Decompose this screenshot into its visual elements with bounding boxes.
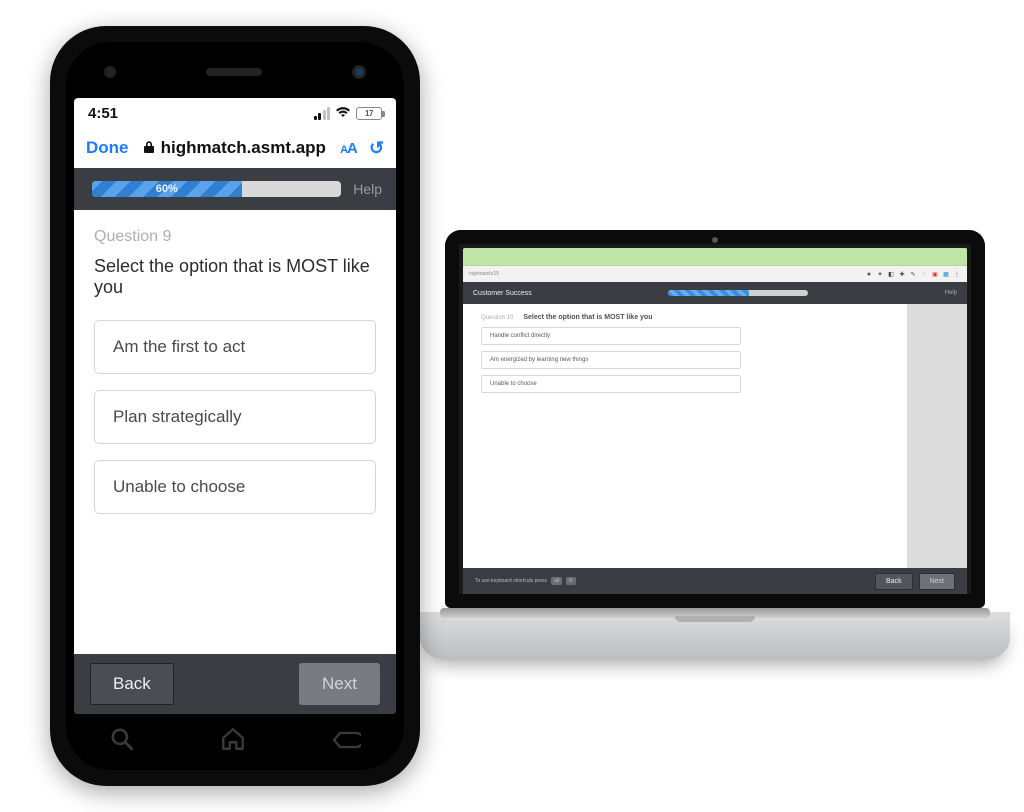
progress-bar xyxy=(668,290,808,296)
lock-icon xyxy=(143,140,155,157)
battery-indicator: 17 xyxy=(356,107,382,120)
right-gutter xyxy=(907,304,967,568)
keyboard-hint: To use keyboard shortcuts press alt K xyxy=(475,577,576,585)
progress-fill: 60% xyxy=(92,181,242,197)
browser-extension-icons: ★ ✦ ◧ ✚ ✎ ◌ ▣ ▦ ⋮ xyxy=(865,270,961,278)
status-time: 4:51 xyxy=(88,105,118,122)
answer-option[interactable]: Plan strategically xyxy=(94,390,376,444)
back-icon[interactable] xyxy=(331,727,361,758)
assessment-header: 60% Help xyxy=(74,168,396,210)
help-link[interactable]: Help xyxy=(353,181,382,197)
ext-icon[interactable]: ✎ xyxy=(909,270,917,278)
answer-option[interactable]: Handle conflict directly xyxy=(481,327,741,345)
ext-icon[interactable]: ✚ xyxy=(898,270,906,278)
phone-nav-bar xyxy=(66,714,404,770)
assessment-body: Question 10 Select the option that is MO… xyxy=(463,304,967,568)
laptop-touchpad-notch xyxy=(675,616,755,622)
url-bar[interactable]: highmatch/15 xyxy=(469,271,499,277)
key-k: K xyxy=(566,577,575,585)
proximity-sensor-icon xyxy=(104,66,116,78)
question-panel: Question 10 Select the option that is MO… xyxy=(463,304,907,568)
text-size-button[interactable]: AA xyxy=(340,140,357,157)
answer-option[interactable]: Am energized by learning new things xyxy=(481,351,741,369)
url-host: highmatch.asmt.app xyxy=(161,138,326,158)
search-icon[interactable] xyxy=(109,726,135,759)
laptop-lid: highmatch/15 ★ ✦ ◧ ✚ ✎ ◌ ▣ ▦ ⋮ Customer … xyxy=(445,230,985,608)
front-camera-icon xyxy=(352,65,366,79)
url-display[interactable]: highmatch.asmt.app xyxy=(143,138,326,158)
browser-tab-strip xyxy=(463,248,967,266)
ext-icon[interactable]: ▣ xyxy=(931,270,939,278)
assessment-footer: To use keyboard shortcuts press alt K Ba… xyxy=(463,568,967,594)
laptop-device: highmatch/15 ★ ✦ ◧ ✚ ✎ ◌ ▣ ▦ ⋮ Customer … xyxy=(420,230,1010,660)
progress-bar: 60% xyxy=(92,181,341,197)
progress-fill xyxy=(668,290,749,296)
progress-percent: 60% xyxy=(156,183,178,195)
ext-icon[interactable]: ◌ xyxy=(920,270,928,278)
assessment-footer: Back Next xyxy=(74,654,396,714)
done-button[interactable]: Done xyxy=(86,138,129,158)
home-icon[interactable] xyxy=(220,726,246,759)
laptop-base xyxy=(420,612,1010,660)
laptop-webcam xyxy=(712,237,718,243)
browser-toolbar: highmatch/15 ★ ✦ ◧ ✚ ✎ ◌ ▣ ▦ ⋮ xyxy=(463,266,967,282)
laptop-screen: highmatch/15 ★ ✦ ◧ ✚ ✎ ◌ ▣ ▦ ⋮ Customer … xyxy=(463,248,967,594)
help-link[interactable]: Help xyxy=(945,290,957,296)
answer-option[interactable]: Unable to choose xyxy=(94,460,376,514)
answer-option[interactable]: Unable to choose xyxy=(481,375,741,393)
assessment-header: Customer Success Help xyxy=(463,282,967,304)
question-number: Question 10 xyxy=(481,315,513,321)
ext-icon[interactable]: ◧ xyxy=(887,270,895,278)
phone-device: 4:51 17 Done xyxy=(50,26,420,786)
question-prompt: Select the option that is MOST like you xyxy=(523,314,652,321)
ext-icon[interactable]: ▦ xyxy=(942,270,950,278)
back-button[interactable]: Back xyxy=(875,573,913,590)
assessment-title: Customer Success xyxy=(473,290,532,297)
phone-screen: 4:51 17 Done xyxy=(74,98,396,714)
question-number: Question 9 xyxy=(94,228,376,246)
battery-level: 17 xyxy=(356,107,382,120)
back-button[interactable]: Back xyxy=(90,663,174,705)
ext-icon[interactable]: ★ xyxy=(865,270,873,278)
question-prompt: Select the option that is MOST like you xyxy=(94,256,376,298)
ext-icon[interactable]: ✦ xyxy=(876,270,884,278)
key-alt: alt xyxy=(551,577,562,585)
phone-bezel: 4:51 17 Done xyxy=(66,42,404,770)
phone-sensor-bar xyxy=(66,42,404,102)
ios-status-bar: 4:51 17 xyxy=(74,98,396,128)
next-button[interactable]: Next xyxy=(299,663,380,705)
ext-icon[interactable]: ⋮ xyxy=(953,270,961,278)
question-panel: Question 9 Select the option that is MOS… xyxy=(74,210,396,654)
earpiece-speaker xyxy=(206,68,262,76)
answer-option[interactable]: Am the first to act xyxy=(94,320,376,374)
refresh-icon[interactable]: ↻ xyxy=(369,138,384,159)
wifi-icon xyxy=(335,105,351,121)
keyboard-hint-text: To use keyboard shortcuts press xyxy=(475,578,547,584)
next-button[interactable]: Next xyxy=(919,573,955,590)
safari-header: Done highmatch.asmt.app AA ↻ xyxy=(74,128,396,168)
cellular-signal-icon xyxy=(314,107,331,120)
